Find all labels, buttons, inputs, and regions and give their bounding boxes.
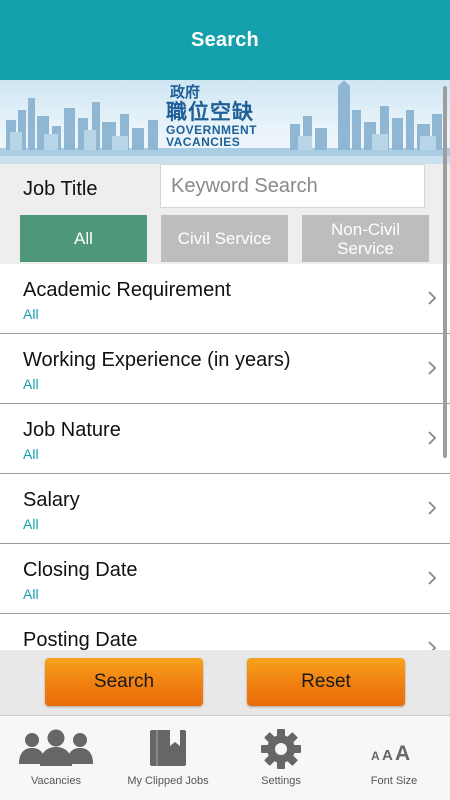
action-bar: Search Reset <box>0 650 450 715</box>
search-filter-panel: Job Title All Civil Service Non-Civil Se… <box>0 164 450 264</box>
criteria-value: All <box>23 306 39 322</box>
segment-non-civil-service-button[interactable]: Non-Civil Service <box>302 215 429 262</box>
criteria-value: All <box>23 516 39 532</box>
segment-all-button[interactable]: All <box>20 215 147 262</box>
criteria-posting-date[interactable]: Posting Date <box>0 614 450 650</box>
nav-vacancies[interactable]: Vacancies <box>0 716 112 800</box>
segment-civil-service-button[interactable]: Civil Service <box>161 215 288 262</box>
criteria-salary[interactable]: Salary All <box>0 474 450 544</box>
page-title: Search <box>191 28 259 51</box>
gear-icon <box>261 729 301 769</box>
chevron-right-icon <box>428 291 437 305</box>
nav-label: My Clipped Jobs <box>127 775 209 787</box>
reset-button[interactable]: Reset <box>247 658 405 706</box>
criteria-closing-date[interactable]: Closing Date All <box>0 544 450 614</box>
search-button[interactable]: Search <box>45 658 203 706</box>
chevron-right-icon <box>428 501 437 515</box>
chevron-right-icon <box>428 431 437 445</box>
search-criteria-list: Academic Requirement All Working Experie… <box>0 264 450 650</box>
chevron-right-icon <box>428 361 437 375</box>
svg-text:A: A <box>395 742 410 765</box>
header-bar: Search <box>0 0 450 80</box>
criteria-label: Salary <box>23 489 80 511</box>
criteria-academic-requirement[interactable]: Academic Requirement All <box>0 264 450 334</box>
vertical-scrollbar[interactable] <box>443 86 447 458</box>
job-title-label: Job Title <box>23 178 98 200</box>
nav-label: Font Size <box>370 775 418 787</box>
segment-non-civil-service-label: Non-Civil Service <box>331 219 400 258</box>
criteria-label: Posting Date <box>23 629 138 650</box>
app-root: Search 政府 職位空缺 GOVERNMENT VACANCIES Job … <box>0 0 450 800</box>
criteria-label: Working Experience (in years) <box>23 349 291 371</box>
nav-my-clipped-jobs[interactable]: My Clipped Jobs <box>112 716 224 800</box>
criteria-label: Academic Requirement <box>23 279 231 301</box>
nav-settings[interactable]: Settings <box>225 716 337 800</box>
criteria-value: All <box>23 446 39 462</box>
svg-text:A: A <box>371 749 380 763</box>
people-icon <box>19 729 93 766</box>
criteria-working-experience[interactable]: Working Experience (in years) All <box>0 334 450 404</box>
logo-chinese-government: 政府 <box>170 83 201 101</box>
chevron-right-icon <box>428 641 437 650</box>
font-size-icon: A A A <box>371 742 410 765</box>
bottom-navigation: Vacancies My Clipped Jobs Settings A A A… <box>0 715 450 800</box>
nav-label: Vacancies <box>31 775 81 787</box>
criteria-label: Closing Date <box>23 559 138 581</box>
criteria-value: All <box>23 376 39 392</box>
criteria-label: Job Nature <box>23 419 121 441</box>
svg-text:A: A <box>382 747 393 764</box>
bookmark-book-icon <box>150 730 186 766</box>
criteria-job-nature[interactable]: Job Nature All <box>0 404 450 474</box>
logo-english-vacancies: VACANCIES <box>166 135 241 149</box>
government-vacancies-banner: 政府 職位空缺 GOVERNMENT VACANCIES <box>0 80 450 164</box>
government-vacancies-logo: 政府 職位空缺 GOVERNMENT VACANCIES <box>166 84 278 158</box>
criteria-value: All <box>23 586 39 602</box>
nav-font-size[interactable]: A A A Font Size <box>338 716 450 800</box>
logo-chinese-vacancies: 職位空缺 <box>166 100 254 124</box>
nav-label: Settings <box>261 775 301 787</box>
keyword-search-input[interactable] <box>160 164 425 208</box>
chevron-right-icon <box>428 571 437 585</box>
